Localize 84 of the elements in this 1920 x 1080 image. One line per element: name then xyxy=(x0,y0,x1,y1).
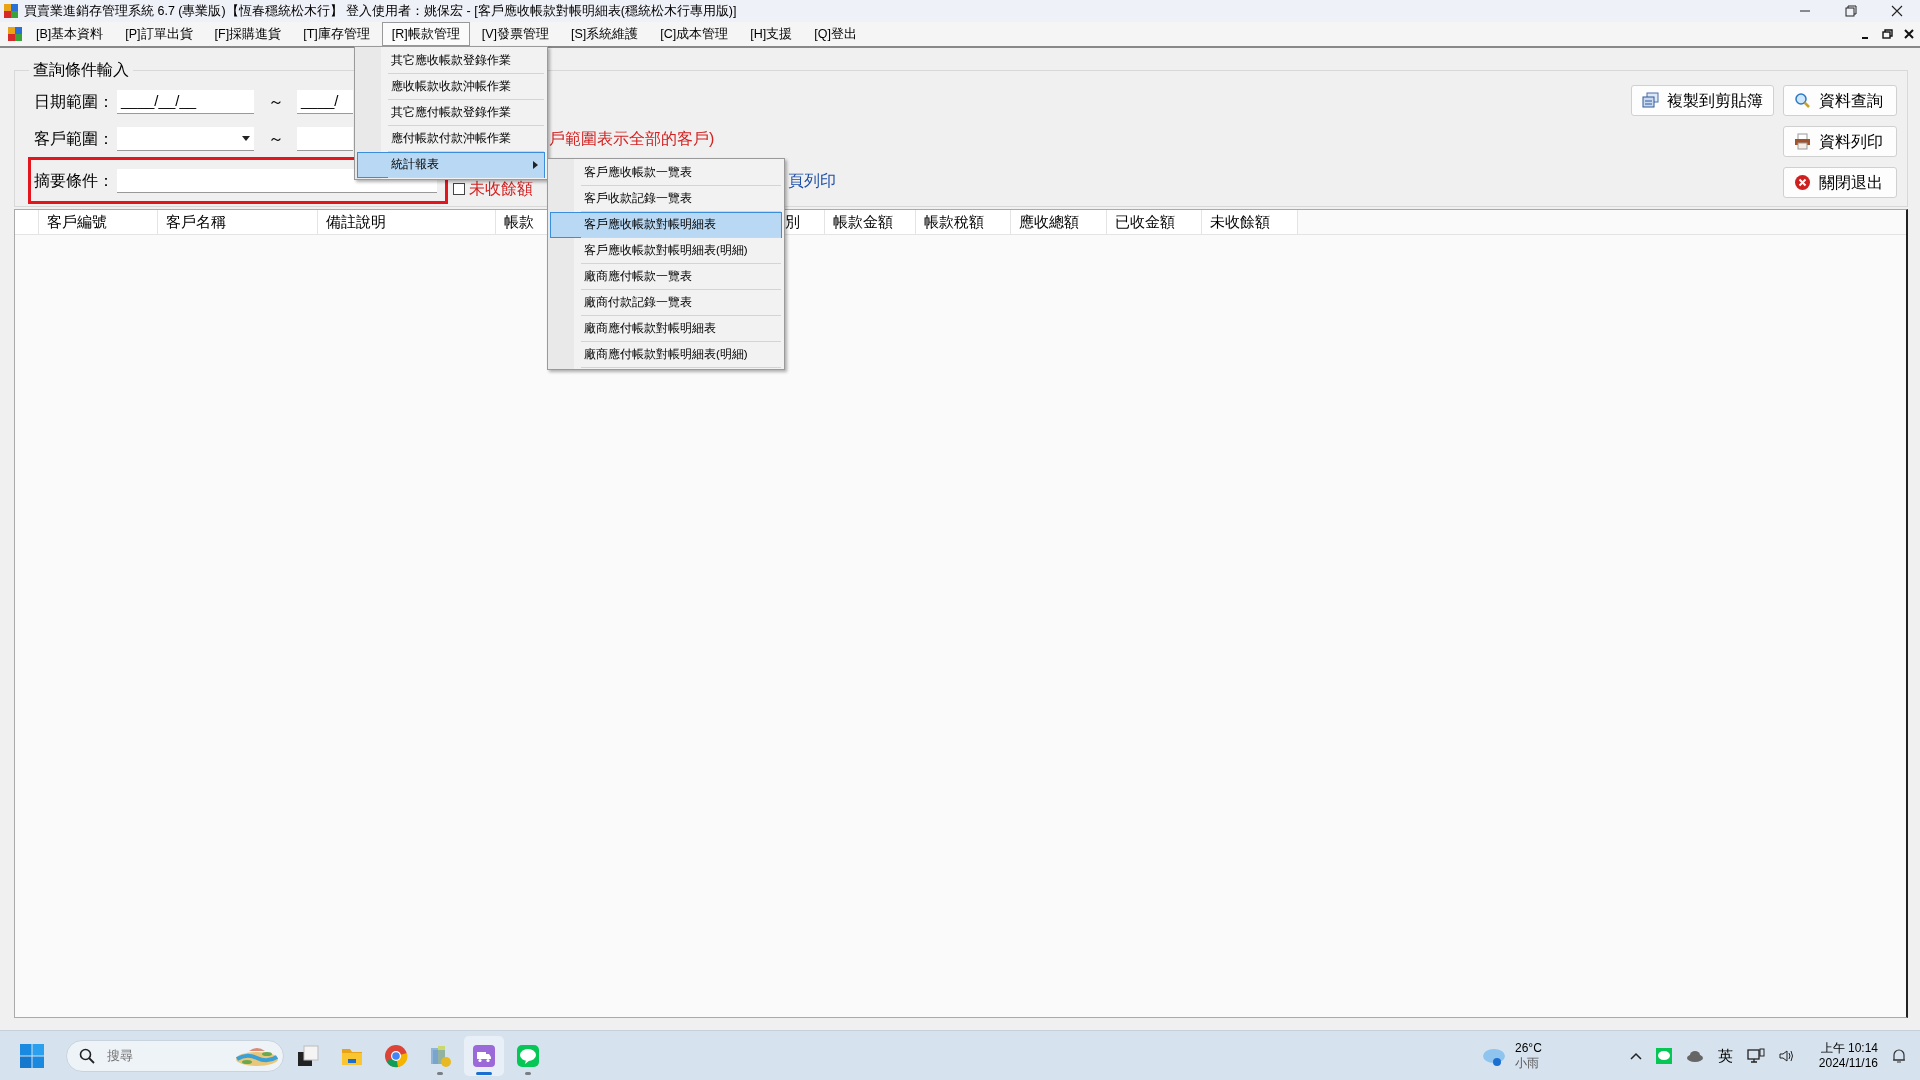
group-title: 查詢條件輸入 xyxy=(32,60,130,80)
action-button[interactable]: 資料查詢 xyxy=(1783,85,1897,116)
hint-text: 戶範圍表示全部的客戶) xyxy=(549,128,715,149)
search-icon xyxy=(79,1047,95,1064)
column-header: 未收餘額 xyxy=(1202,210,1298,234)
column-header: 備註說明 xyxy=(318,210,496,234)
column-header: 帳款 xyxy=(496,210,547,234)
browser-icon[interactable] xyxy=(384,1043,408,1068)
menu-entry[interactable]: 廠商應付帳款一覽表 xyxy=(550,264,782,290)
submenu-arrow-icon xyxy=(533,161,538,169)
cloud-icon[interactable] xyxy=(1685,1049,1704,1062)
search-icon xyxy=(1794,92,1811,109)
menu-entry[interactable]: 統計報表 xyxy=(357,152,545,178)
customer-combo[interactable] xyxy=(117,126,254,151)
menu-entry[interactable]: 客戶應收帳款對帳明細表(明細) xyxy=(550,238,782,264)
menu-entry[interactable]: 廠商應付帳款對帳明細表(明細) xyxy=(550,342,782,368)
close-icon[interactable] xyxy=(1891,5,1903,17)
copy-icon xyxy=(1642,92,1659,109)
checkbox[interactable] xyxy=(453,182,465,195)
tilde-text: ～ xyxy=(266,128,285,149)
menu-item[interactable]: [Q]登出 xyxy=(804,22,867,46)
menu-entry[interactable]: 廠商付款記錄一覽表 xyxy=(550,290,782,316)
close-icon[interactable] xyxy=(1903,28,1915,40)
weather-text: 小雨 xyxy=(1515,1055,1540,1071)
menu-entry[interactable]: 客戶應收帳款對帳明細表 xyxy=(550,212,782,238)
checkbox-label: 未收餘額 xyxy=(469,178,533,199)
menu-item[interactable]: [R]帳款管理 xyxy=(381,22,470,46)
temperature-text: 26°C xyxy=(1515,1040,1542,1056)
restore-icon[interactable] xyxy=(1881,28,1893,40)
menu-item[interactable]: [F]採購進貨 xyxy=(204,22,292,46)
task-view-icon[interactable] xyxy=(296,1043,320,1068)
column-header: 已收金額 xyxy=(1107,210,1202,234)
column-header: 客戶編號 xyxy=(39,210,158,234)
menu-item[interactable]: [C]成本管理 xyxy=(650,22,739,46)
customer-field[interactable] xyxy=(297,126,353,151)
windows-logo-icon[interactable] xyxy=(20,1043,44,1068)
action-button[interactable]: 複製到剪貼簿 xyxy=(1631,85,1774,116)
running-indicator xyxy=(476,1071,492,1075)
column-header: 客戶名稱 xyxy=(158,210,318,234)
menu-item[interactable]: [T]庫存管理 xyxy=(293,22,380,46)
search-bar[interactable]: 搜尋 xyxy=(66,1039,284,1072)
tilde-text: ～ xyxy=(266,91,285,112)
menu-item[interactable]: [B]基本資料 xyxy=(26,22,114,46)
notification-bell-icon[interactable] xyxy=(1892,1047,1906,1064)
menu-entry[interactable]: 客戶應收帳款一覽表 xyxy=(550,160,782,186)
action-button[interactable]: 關閉退出 xyxy=(1783,167,1897,198)
date-field[interactable]: ____/__/__ xyxy=(117,89,254,114)
truck-icon[interactable] xyxy=(472,1043,496,1068)
field-label: 摘要條件： xyxy=(34,170,115,191)
volume-icon[interactable] xyxy=(1778,1048,1795,1063)
menu-entry[interactable]: 應付帳款付款沖帳作業 xyxy=(357,126,545,152)
time-text[interactable]: 上午 10:14 xyxy=(1818,1040,1878,1056)
restore-icon[interactable] xyxy=(1845,5,1857,17)
menu-item[interactable]: [H]支援 xyxy=(740,22,803,46)
menu-item[interactable]: [P]訂單出貨 xyxy=(115,22,203,46)
field-label: 客戶範圍： xyxy=(34,128,115,149)
app-icon xyxy=(8,27,22,41)
running-indicator xyxy=(437,1071,443,1075)
menu-entry[interactable]: 其它應收帳款登錄作業 xyxy=(357,48,545,74)
menu-item[interactable]: [S]系統維護 xyxy=(561,22,649,46)
app-icon xyxy=(4,4,18,18)
menu-entry[interactable]: 廠商應付帳款對帳明細表 xyxy=(550,316,782,342)
field-label: 日期範圍： xyxy=(34,91,115,112)
column-header: 帳款金額 xyxy=(825,210,916,234)
printer-icon xyxy=(1794,133,1811,150)
menu-entry[interactable]: 客戶收款記錄一覽表 xyxy=(550,186,782,212)
column-header: 別 xyxy=(785,210,825,234)
dropdown-arrow-icon xyxy=(242,135,250,141)
action-button[interactable]: 資料列印 xyxy=(1783,126,1897,157)
chevron-up-icon[interactable] xyxy=(1629,1051,1642,1060)
search-field[interactable]: 搜尋 xyxy=(105,1044,225,1067)
date-field[interactable]: ____/ xyxy=(297,89,353,114)
ime-indicator[interactable]: 英 xyxy=(1717,1048,1733,1063)
menu-item[interactable]: [V]發票管理 xyxy=(471,22,560,46)
menu-entry[interactable]: 其它應付帳款登錄作業 xyxy=(357,100,545,126)
option-label: 頁列印 xyxy=(788,170,836,191)
column-header: 應收總額 xyxy=(1011,210,1107,234)
window-title: 買賣業進銷存管理系統 6.7 (專業版)【恆春穩統松木行】 登入使用者：姚保宏 - [客戶應收帳款對帳明細表(穩統松木行專用版)] xyxy=(24,2,737,20)
monitor-icon[interactable] xyxy=(1746,1047,1765,1064)
running-indicator xyxy=(525,1071,531,1075)
column-header: 帳款稅額 xyxy=(916,210,1011,234)
close-icon xyxy=(1794,174,1811,191)
date-text[interactable]: 2024/11/16 xyxy=(1818,1055,1878,1071)
menu-entry[interactable]: 應收帳款收款沖帳作業 xyxy=(357,74,545,100)
